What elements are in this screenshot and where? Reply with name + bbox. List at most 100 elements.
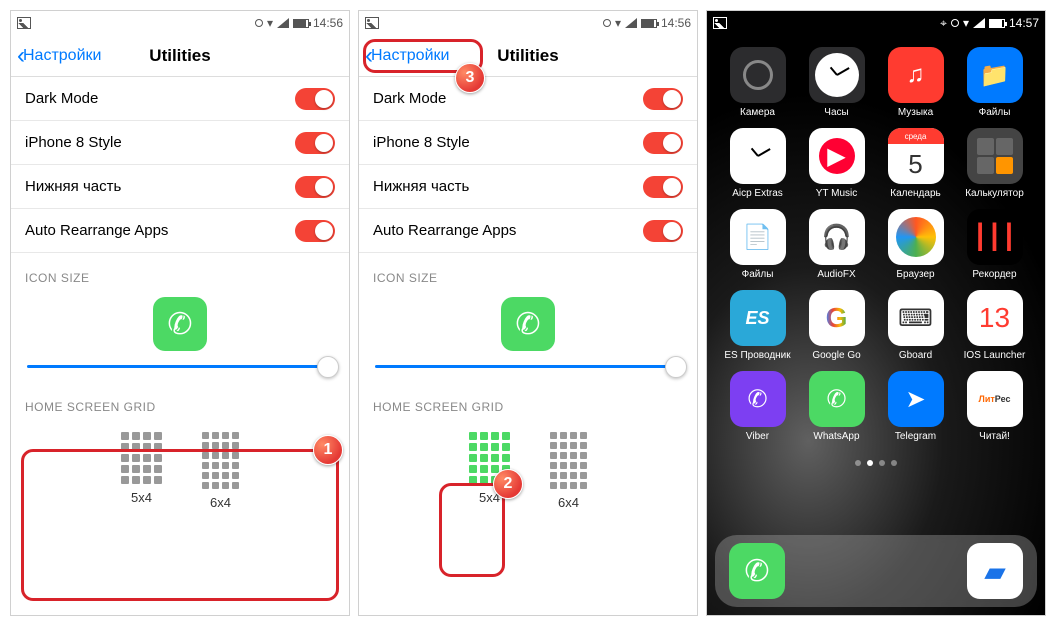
battery-icon [293,19,309,28]
app-yt[interactable]: ▶YT Music [800,128,873,199]
picture-icon [713,17,727,29]
picture-icon [17,17,31,29]
app-label: AudioFX [817,269,855,280]
app-wa[interactable]: ✆WhatsApp [800,371,873,442]
dock-phone-icon[interactable]: ✆ [729,543,785,599]
back-button[interactable]: ‹Настройки [11,44,101,68]
app-label: Telegram [895,431,936,442]
app-audio[interactable]: 🎧AudioFX [800,209,873,280]
app-calendar[interactable]: среда5Календарь [879,128,952,199]
toggle-bottom[interactable] [295,176,335,198]
toggle-row: iPhone 8 Style [11,121,349,165]
toggle-iphone8[interactable] [295,132,335,154]
camera-icon [730,47,786,103]
gboard-icon: ⌨ [888,290,944,346]
app-litres[interactable]: ЛитРесЧитай! [958,371,1031,442]
annotation-badge-1: 1 [313,435,343,465]
app-label: WhatsApp [813,431,859,442]
toggle-rearrange[interactable] [643,220,683,242]
google-icon: G [809,290,865,346]
status-bar: ⌖ ▾ 14:57 [707,11,1045,35]
toggle-row: Auto Rearrange Apps [359,209,697,253]
app-label: Файлы [742,269,774,280]
icon-size-slider[interactable] [359,355,697,382]
grid-option-6x4[interactable]: 6x4 [202,432,239,510]
toggle-row: Dark Mode [11,77,349,121]
back-label: Настройки [23,47,101,65]
icon-size-slider[interactable] [11,355,349,382]
app-camera[interactable]: Камера [721,47,794,118]
signal-icon [973,18,985,28]
litres-icon: ЛитРес [967,371,1023,427]
app-ios[interactable]: 13IOS Launcher [958,290,1031,361]
dnd-icon [255,19,263,27]
app-es[interactable]: ESES Проводник [721,290,794,361]
grid-option-5x4[interactable]: 5x4 [121,432,162,510]
app-label: YT Music [816,188,858,199]
toggle-dark-mode[interactable] [295,88,335,110]
app-viber[interactable]: ✆Viber [721,371,794,442]
status-time: 14:56 [661,16,691,30]
nav-title: Utilities [497,46,558,66]
toggle-bottom[interactable] [643,176,683,198]
nav-title: Utilities [149,46,210,66]
toggle-dark-mode[interactable] [643,88,683,110]
status-time: 14:57 [1009,16,1039,30]
app-browser[interactable]: Браузер [879,209,952,280]
section-home-grid: HOME SCREEN GRID [11,382,349,420]
phone-screen-2: ▾ 14:56 ‹Настройки Utilities Dark Mode i… [358,10,698,616]
app-label: Gboard [899,350,932,361]
toggle-row: iPhone 8 Style [359,121,697,165]
dock-messages-icon[interactable]: ▰ [967,543,1023,599]
app-google[interactable]: GGoogle Go [800,290,873,361]
app-clock2[interactable]: Aicp Extras [721,128,794,199]
app-label: Файлы [979,107,1011,118]
phone-icon: ✆ [501,297,555,351]
back-button[interactable]: ‹Настройки [359,44,449,68]
app-files2[interactable]: 📄 Файлы [721,209,794,280]
status-bar: ▾ 14:56 [359,11,697,35]
battery-icon [989,19,1005,28]
app-label: Калькулятор [965,188,1024,199]
phone-icon: ✆ [153,297,207,351]
grid-label: 5x4 [121,490,162,505]
toggle-label: iPhone 8 Style [373,134,470,151]
app-calc[interactable]: Калькулятор [958,128,1031,199]
files2-icon: 📄 [730,209,786,265]
toggle-rearrange[interactable] [295,220,335,242]
viber-icon: ✆ [730,371,786,427]
tg-icon: ➤ [888,371,944,427]
page-indicator[interactable] [707,454,1045,472]
app-clock[interactable]: Часы [800,47,873,118]
app-music[interactable]: ♫Музыка [879,47,952,118]
es-icon: ES [730,290,786,346]
grid-label: 6x4 [550,495,587,510]
grid-options: 5x4 6x4 [359,420,697,526]
app-rec[interactable]: ┃┃┃Рекордер [958,209,1031,280]
toggle-label: Нижняя часть [373,178,469,195]
grid-options: 5x4 6x4 [11,420,349,526]
icon-preview: ✆ [359,291,697,355]
toggle-row: Auto Rearrange Apps [11,209,349,253]
toggle-row: Нижняя часть [11,165,349,209]
calc-icon [967,128,1023,184]
wifi-icon: ▾ [963,16,969,30]
app-tg[interactable]: ➤ Telegram [879,371,952,442]
section-icon-size: ICON SIZE [359,253,697,291]
toggle-label: Auto Rearrange Apps [25,222,168,239]
app-gboard[interactable]: ⌨ Gboard [879,290,952,361]
folder-icon: 📁 [967,47,1023,103]
back-label: Настройки [371,47,449,65]
status-time: 14:56 [313,16,343,30]
app-folder[interactable]: 📁 Файлы [958,47,1031,118]
app-label: Aicp Extras [732,188,783,199]
signal-icon [277,18,289,28]
toggle-row: Dark Mode [359,77,697,121]
grid-option-6x4[interactable]: 6x4 [550,432,587,510]
toggle-iphone8[interactable] [643,132,683,154]
picture-icon [365,17,379,29]
app-label: Рекордер [972,269,1016,280]
section-icon-size: ICON SIZE [11,253,349,291]
grid-icon [550,432,587,489]
app-label: Браузер [896,269,934,280]
